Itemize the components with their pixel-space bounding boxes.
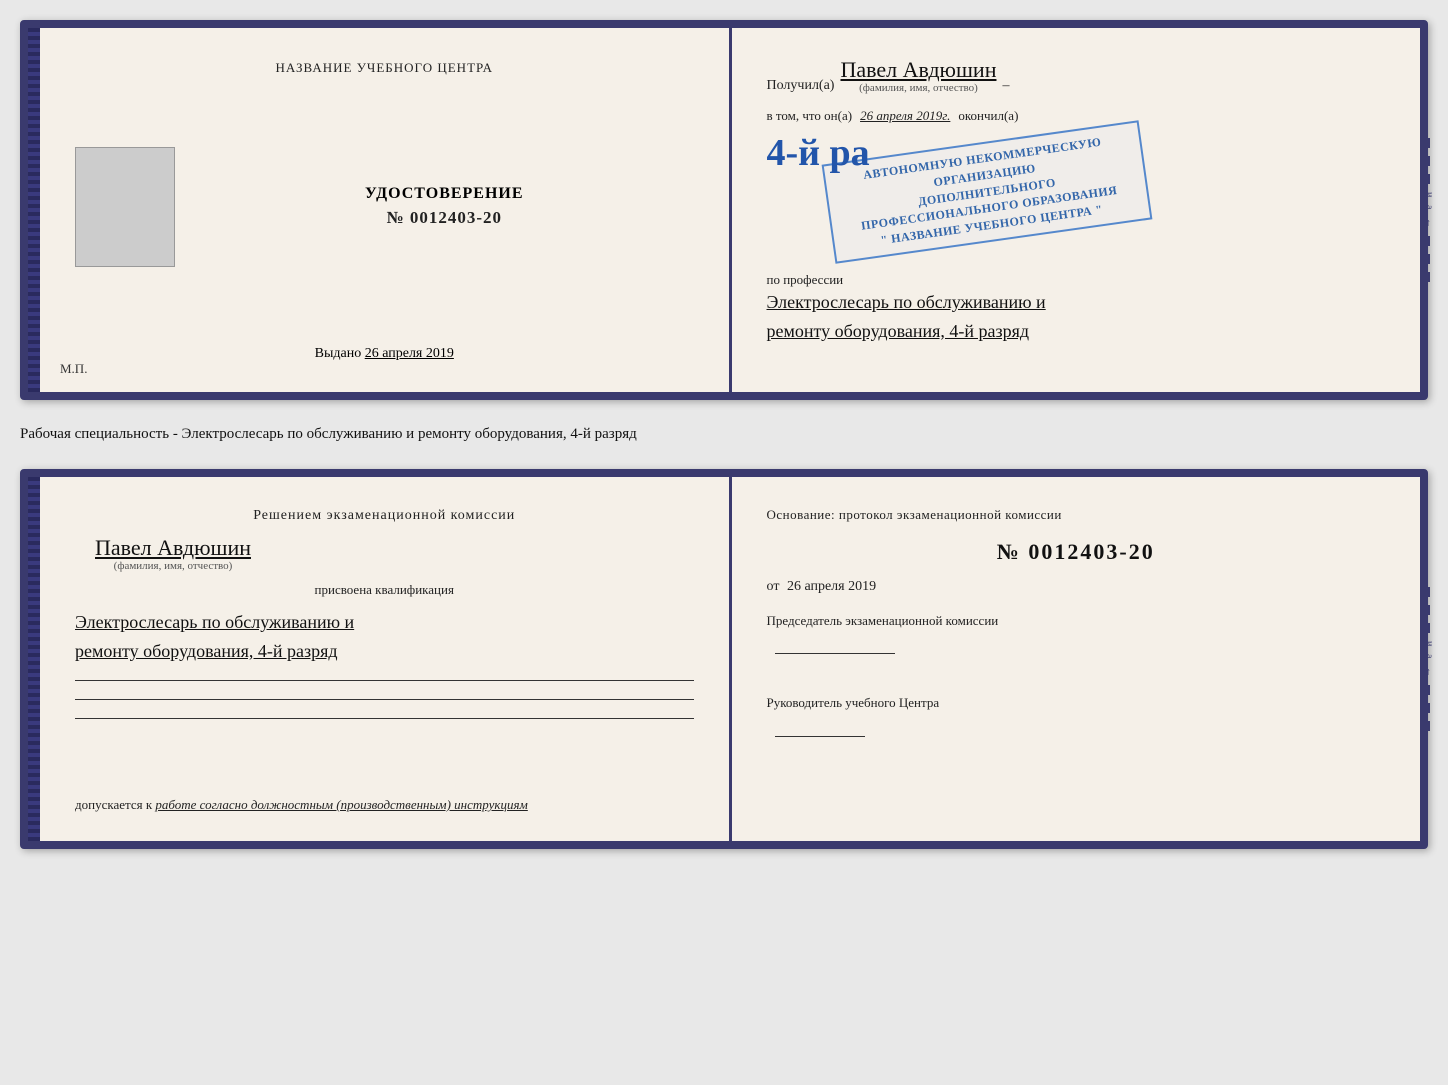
deco-char-i: и <box>1424 192 1435 197</box>
top-right-page: Получил(а) Павел Авдюшин (фамилия, имя, … <box>732 28 1421 392</box>
director-signature-line <box>775 736 865 737</box>
separator-line-1 <box>75 680 694 681</box>
protocol-number: № 0012403-20 <box>767 539 1386 565</box>
deco-5 <box>1428 254 1430 264</box>
bottom-deco-3 <box>1428 623 1430 633</box>
decision-title: Решением экзаменационной комиссии <box>75 505 694 526</box>
basis-label: Основание: протокол экзаменационной коми… <box>767 505 1386 525</box>
bottom-deco-char-a: а <box>1424 654 1435 658</box>
bottom-certificate-booklet: Решением экзаменационной комиссии Павел … <box>20 469 1428 849</box>
deco-1 <box>1428 138 1430 148</box>
deco-4 <box>1428 236 1430 246</box>
chairman-label: Председатель экзаменационной комиссии <box>767 609 1386 632</box>
received-prefix: Получил(а) <box>767 78 835 94</box>
from-date-line: от 26 апреля 2019 <box>767 579 1386 595</box>
cert-number: № 0012403-20 <box>387 208 503 228</box>
recipient-name: Павел Авдюшин <box>840 58 996 82</box>
qual-line1: Электрослесарь по обслуживанию и <box>75 608 694 637</box>
separator-line-3 <box>75 718 694 719</box>
director-section: Руководитель учебного Центра <box>767 691 1386 744</box>
issued-label: Выдано <box>315 346 362 361</box>
bottom-deco-5 <box>1428 703 1430 713</box>
booklet-spine <box>28 28 40 392</box>
recipient-name-group: Павел Авдюшин (фамилия, имя, отчество) <box>840 58 996 94</box>
bottom-deco-4 <box>1428 685 1430 695</box>
issued-line: Выдано 26 апреля 2019 <box>315 346 454 362</box>
bottom-deco-2 <box>1428 605 1430 615</box>
bottom-deco-char-arrow: ← <box>1424 667 1435 677</box>
left-middle-section: УДОСТОВЕРЕНИЕ № 0012403-20 <box>75 147 694 267</box>
issued-date: 26 апреля 2019 <box>365 346 454 361</box>
bottom-left-page: Решением экзаменационной комиссии Павел … <box>40 477 732 841</box>
deco-char-arrow: ← <box>1424 218 1435 228</box>
deco-char-a: а <box>1424 205 1435 209</box>
in-that-line: в том, что он(а) 26 апреля 2019г. окончи… <box>767 108 1386 124</box>
name-dash: – <box>1002 78 1009 94</box>
top-certificate-booklet: НАЗВАНИЕ УЧЕБНОГО ЦЕНТРА УДОСТОВЕРЕНИЕ №… <box>20 20 1428 400</box>
page-wrapper: НАЗВАНИЕ УЧЕБНОГО ЦЕНТРА УДОСТОВЕРЕНИЕ №… <box>20 20 1428 849</box>
bottom-deco-char-i: и <box>1424 641 1435 646</box>
mp-label: М.П. <box>60 361 87 377</box>
bottom-right-page: Основание: протокол экзаменационной коми… <box>732 477 1421 841</box>
assigned-label: присвоена квалификация <box>75 582 694 598</box>
cert-info: УДОСТОВЕРЕНИЕ № 0012403-20 <box>195 185 694 228</box>
allowed-text: работе согласно должностным (производств… <box>155 797 527 812</box>
bottom-deco-6 <box>1428 721 1430 731</box>
photo-placeholder <box>75 147 175 267</box>
stamp-area: 4-й ра АВТОНОМНУЮ НЕКОММЕРЧЕСКУЮ ОРГАНИЗ… <box>767 142 1386 246</box>
bottom-name-field-label: (фамилия, имя, отчество) <box>114 560 233 572</box>
bottom-right-side-decoration: и а ← <box>1422 477 1436 841</box>
stamp-big-number: 4-й ра <box>767 134 870 172</box>
deco-3 <box>1428 174 1430 184</box>
top-left-page: НАЗВАНИЕ УЧЕБНОГО ЦЕНТРА УДОСТОВЕРЕНИЕ №… <box>40 28 732 392</box>
right-side-decoration: и а ← <box>1422 28 1436 392</box>
qualification-area: Электрослесарь по обслуживанию и ремонту… <box>75 608 694 666</box>
chairman-signature-line <box>775 653 895 654</box>
bottom-name-group: Павел Авдюшин (фамилия, имя, отчество) <box>95 536 251 572</box>
in-that-prefix: в том, что он(а) <box>767 108 853 124</box>
profession-area: по профессии Электрослесарь по обслужива… <box>767 272 1386 346</box>
qual-line2: ремонту оборудования, 4-й разряд <box>75 637 694 666</box>
bottom-booklet-spine <box>28 477 40 841</box>
from-date: 26 апреля 2019 <box>787 579 876 594</box>
deco-6 <box>1428 272 1430 282</box>
name-field-label-top: (фамилия, имя, отчество) <box>859 82 978 94</box>
profession-line1: Электрослесарь по обслуживанию и <box>767 288 1386 317</box>
bottom-person-name: Павел Авдюшин <box>95 536 251 560</box>
profession-prefix: по профессии <box>767 272 1386 288</box>
completion-date: 26 апреля 2019г. <box>860 108 950 124</box>
deco-2 <box>1428 156 1430 166</box>
received-line: Получил(а) Павел Авдюшин (фамилия, имя, … <box>767 58 1386 94</box>
allowed-prefix: допускается к <box>75 797 152 812</box>
separator-line-2 <box>75 699 694 700</box>
from-prefix: от <box>767 579 780 594</box>
director-label: Руководитель учебного Центра <box>767 691 1386 714</box>
training-center-label: НАЗВАНИЕ УЧЕБНОГО ЦЕНТРА <box>276 58 493 78</box>
specialty-label: Рабочая специальность - Электрослесарь п… <box>20 418 1428 451</box>
profession-line2: ремонту оборудования, 4-й разряд <box>767 317 1386 346</box>
bottom-deco-1 <box>1428 587 1430 597</box>
chairman-section: Председатель экзаменационной комиссии <box>767 609 1386 662</box>
finished-label: окончил(а) <box>958 108 1018 124</box>
allowed-line: допускается к работе согласно должностны… <box>75 797 694 813</box>
stamp-box: АВТОНОМНУЮ НЕКОММЕРЧЕСКУЮ ОРГАНИЗАЦИЮ ДО… <box>821 120 1152 264</box>
cert-label: УДОСТОВЕРЕНИЕ <box>365 185 524 203</box>
